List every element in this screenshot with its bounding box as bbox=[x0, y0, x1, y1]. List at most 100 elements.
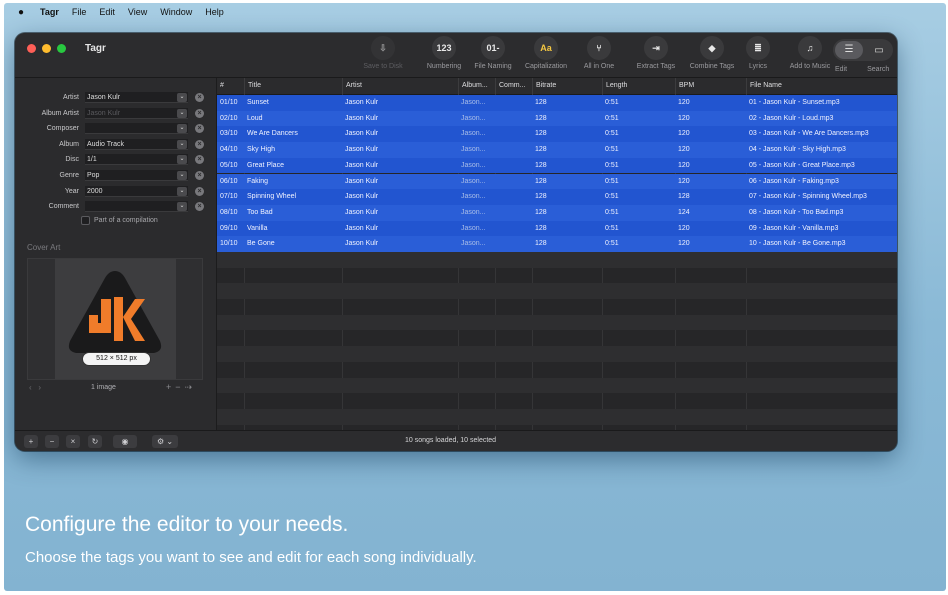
table-row[interactable]: 08/10 Too Bad Jason Kulr Jason... 128 0:51 124… bbox=[217, 204, 897, 221]
table-cell: 120 bbox=[678, 161, 690, 169]
table-cell: 04 - Jason Kulr - Sky High.mp3 bbox=[749, 146, 846, 154]
menu-edit[interactable]: Edit bbox=[99, 7, 115, 17]
chevron-down-icon[interactable]: ⌄ bbox=[177, 171, 187, 180]
table-row[interactable]: 01/10 Sunset Jason Kulr Jason... 128 0:51 120 0… bbox=[217, 95, 897, 111]
compilation-checkbox[interactable] bbox=[81, 216, 90, 225]
remove-cover-icon[interactable]: − bbox=[175, 382, 184, 392]
field-input[interactable]: Audio Track bbox=[85, 139, 188, 150]
toolbar-label: All in One bbox=[583, 63, 615, 70]
field-row-album-artist: Album Artist Jason Kulr ⌄ × bbox=[15, 108, 216, 121]
add-cover-icon[interactable]: + bbox=[166, 382, 175, 392]
chevron-down-icon[interactable]: ⌄ bbox=[177, 187, 187, 196]
menu-view[interactable]: View bbox=[128, 7, 147, 17]
field-input[interactable]: Pop bbox=[85, 170, 188, 181]
table-row[interactable]: 03/10 We Are Dancers Jason Kulr Jason... 128… bbox=[217, 126, 897, 143]
export-cover-icon[interactable]: ⇢ bbox=[185, 382, 197, 392]
edit-mode-icon[interactable]: ☰ bbox=[835, 41, 863, 59]
table-cell: 03 - Jason Kulr - We Are Dancers.mp3 bbox=[749, 130, 869, 138]
view-mode-toggle[interactable]: ☰ ▭ bbox=[833, 39, 893, 61]
field-input[interactable]: Jason Kulr bbox=[85, 92, 188, 103]
songs-table[interactable]: # Title Artist Album... Comm... Bitrate Length… bbox=[217, 78, 897, 430]
cover-art-well[interactable]: 512 × 512 px bbox=[27, 258, 203, 380]
column-header[interactable]: Album... bbox=[458, 78, 495, 94]
table-row[interactable]: 07/10 Spinning Wheel Jason Kulr Jason... 128… bbox=[217, 189, 897, 205]
close-window-button[interactable] bbox=[27, 44, 36, 53]
chevron-down-icon[interactable]: ⌄ bbox=[177, 93, 187, 102]
column-header[interactable]: Comm... bbox=[495, 78, 532, 94]
search-mode-icon[interactable]: ▭ bbox=[865, 45, 893, 56]
compilation-checkbox-row[interactable]: Part of a compilation bbox=[81, 216, 158, 225]
toolbar-save-disk-button[interactable]: ⇩ Save to Disk bbox=[351, 36, 415, 70]
field-input[interactable] bbox=[85, 201, 188, 212]
chevron-down-icon[interactable]: ⌄ bbox=[177, 155, 187, 164]
gear-menu-button[interactable]: ⚙ ⌄ bbox=[152, 435, 178, 448]
clear-field-icon[interactable]: × bbox=[195, 93, 204, 102]
field-input[interactable] bbox=[85, 123, 188, 134]
column-header[interactable]: Length bbox=[602, 78, 675, 94]
table-row[interactable]: 10/10 Be Gone Jason Kulr Jason... 128 0:51 120… bbox=[217, 236, 897, 252]
clear-field-icon[interactable]: × bbox=[195, 171, 204, 180]
view-mode-labels: Edit Search bbox=[835, 66, 889, 73]
clear-field-icon[interactable]: × bbox=[195, 124, 204, 133]
column-header[interactable]: Title bbox=[244, 78, 342, 94]
table-cell: 07 - Jason Kulr - Spinning Wheel.mp3 bbox=[749, 193, 867, 201]
preview-eye-icon[interactable]: ◉ bbox=[113, 435, 137, 448]
table-row[interactable]: 04/10 Sky High Jason Kulr Jason... 128 0:51 12… bbox=[217, 142, 897, 158]
field-input[interactable]: 1/1 bbox=[85, 154, 188, 165]
column-header[interactable]: Bitrate bbox=[532, 78, 602, 94]
chevron-down-icon[interactable]: ⌄ bbox=[177, 124, 187, 133]
column-header[interactable]: # bbox=[217, 78, 244, 94]
table-cell: 0:51 bbox=[605, 240, 619, 248]
chevron-down-icon[interactable]: ⌄ bbox=[177, 202, 187, 211]
table-cell: 128 bbox=[535, 146, 547, 154]
empty-row bbox=[217, 362, 897, 378]
field-input[interactable]: Jason Kulr bbox=[85, 108, 188, 119]
field-label: Comment bbox=[48, 203, 79, 210]
table-cell: Jason Kulr bbox=[345, 114, 379, 122]
table-row[interactable]: 09/10 Vanilla Jason Kulr Jason... 128 0:51 120… bbox=[217, 220, 897, 237]
edit-mode-label: Edit bbox=[835, 66, 848, 73]
empty-row bbox=[217, 393, 897, 409]
table-row[interactable]: 05/10 Great Place Jason Kulr Jason... 128 0:5… bbox=[217, 157, 897, 174]
refresh-icon[interactable]: ↻ bbox=[88, 435, 102, 448]
menu-window[interactable]: Window bbox=[160, 7, 192, 17]
chevron-left-icon[interactable]: ‹ bbox=[29, 383, 32, 392]
table-cell: 120 bbox=[678, 177, 690, 185]
clear-field-icon[interactable]: × bbox=[195, 155, 204, 164]
toolbar-all-in-one-button[interactable]: ⑂ All in One bbox=[567, 36, 631, 70]
table-cell: 06/10 bbox=[220, 177, 238, 185]
menu-app-name[interactable]: Tagr bbox=[40, 7, 59, 17]
column-header[interactable]: File Name bbox=[746, 78, 897, 94]
table-cell bbox=[495, 111, 532, 126]
apple-menu-icon[interactable]: ● bbox=[14, 7, 28, 18]
table-cell: 0:51 bbox=[605, 208, 619, 216]
table-row[interactable]: 06/10 Faking Jason Kulr Jason... 128 0:51 120 0… bbox=[217, 173, 897, 190]
toolbar-extract-tags-button[interactable]: ⇥ Extract Tags bbox=[624, 36, 688, 70]
table-cell: 120 bbox=[678, 114, 690, 122]
clear-field-icon[interactable]: × bbox=[195, 109, 204, 118]
field-input[interactable]: 2000 bbox=[85, 186, 188, 197]
toolbar-music-note-button[interactable]: ♫ Add to Music bbox=[778, 36, 842, 70]
column-header[interactable]: BPM bbox=[675, 78, 746, 94]
clear-field-icon[interactable]: × bbox=[195, 202, 204, 211]
menu-file[interactable]: File bbox=[72, 7, 87, 17]
chevron-right-icon[interactable]: › bbox=[38, 383, 41, 392]
empty-row bbox=[217, 314, 897, 331]
music-note-icon: ♫ bbox=[798, 36, 822, 60]
minimize-window-button[interactable] bbox=[42, 44, 51, 53]
table-cell: Jason... bbox=[461, 146, 486, 154]
zoom-window-button[interactable] bbox=[57, 44, 66, 53]
chevron-down-icon[interactable]: ⌄ bbox=[177, 140, 187, 149]
add-song-button[interactable]: + bbox=[24, 435, 38, 448]
remove-song-button[interactable]: − bbox=[45, 435, 59, 448]
table-cell bbox=[495, 221, 532, 236]
column-header[interactable]: Artist bbox=[342, 78, 458, 94]
chevron-down-icon[interactable]: ⌄ bbox=[177, 109, 187, 118]
window-toolbar: Tagr ⇩ Save to Disk 123 Numbering 01- File Na… bbox=[15, 33, 897, 78]
clear-field-icon[interactable]: × bbox=[195, 187, 204, 196]
table-cell: Loud bbox=[247, 114, 263, 122]
menu-help[interactable]: Help bbox=[205, 7, 224, 17]
close-song-button[interactable]: × bbox=[66, 435, 80, 448]
clear-field-icon[interactable]: × bbox=[195, 140, 204, 149]
table-row[interactable]: 02/10 Loud Jason Kulr Jason... 128 0:51 120 02 … bbox=[217, 110, 897, 127]
